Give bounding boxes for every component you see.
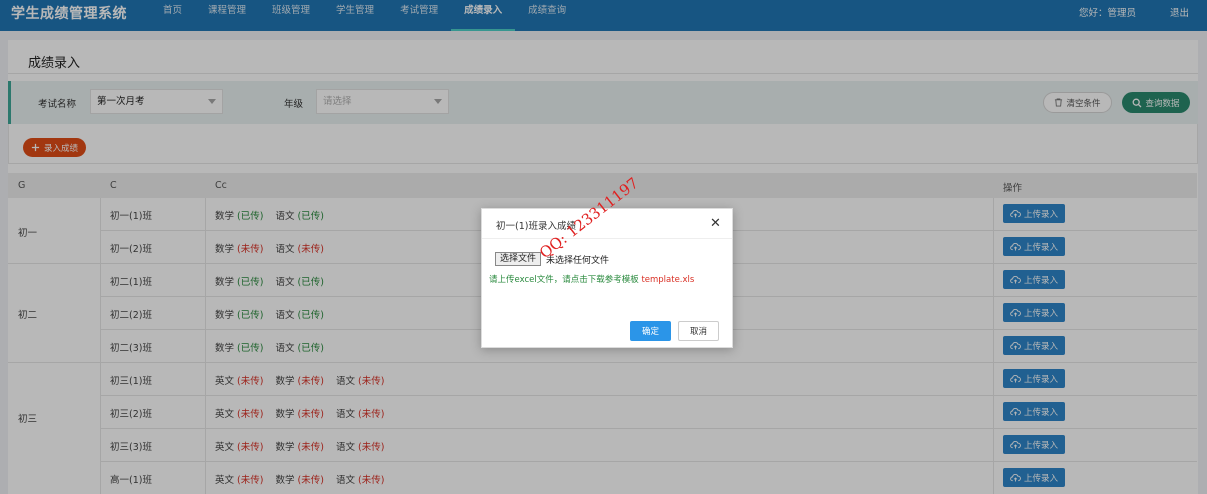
upload-dialog: 初一(1)班录入成绩 ✕ 选择文件 未选择任何文件 请上传excel文件，请点击… — [481, 208, 733, 348]
cancel-button[interactable]: 取消 — [678, 321, 719, 341]
template-link[interactable]: template.xls — [641, 275, 694, 285]
confirm-button[interactable]: 确定 — [630, 321, 671, 341]
upload-hint: 请上传excel文件，请点击下载参考模板 template.xls — [489, 273, 694, 285]
choose-file-button[interactable]: 选择文件 — [495, 252, 542, 266]
close-icon[interactable]: ✕ — [710, 217, 721, 230]
hint-text: 请上传excel文件，请点击下载参考模板 — [489, 275, 639, 285]
